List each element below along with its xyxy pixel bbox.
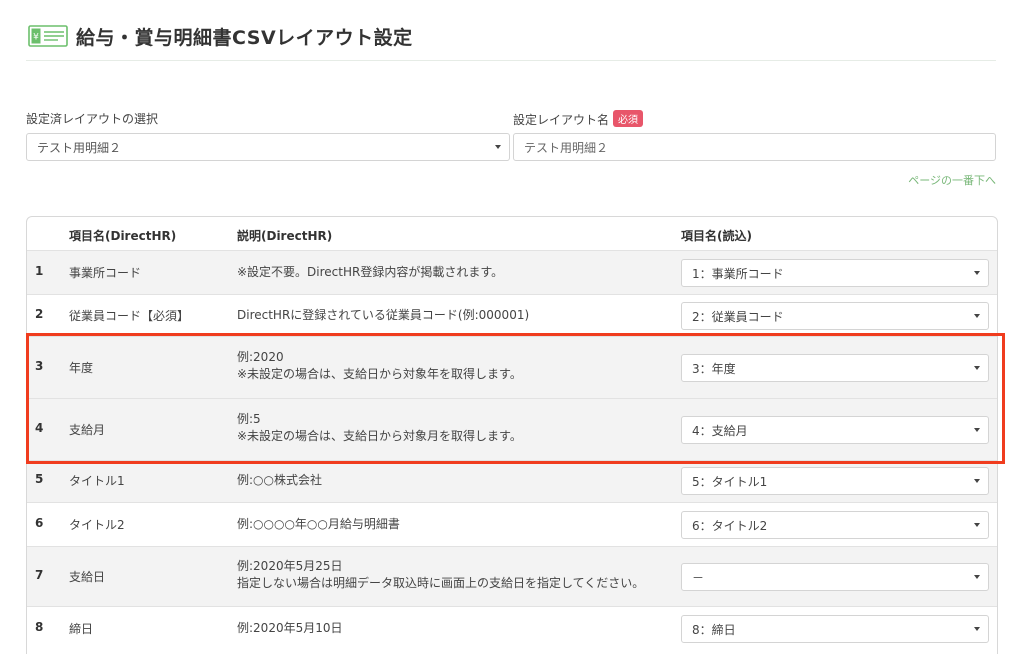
row-description-line2: ※未設定の場合は、支給日から対象月を取得します。 xyxy=(237,429,522,443)
header-read-item: 項目名(読込) xyxy=(681,229,752,243)
table-header: 項目名(DirectHR) 説明(DirectHR) 項目名(読込) xyxy=(27,217,997,250)
page-bottom-link[interactable]: ページの一番下へ xyxy=(908,172,996,188)
row-description-line2: 指定しない場合は明細データ取込時に画面上の支給日を指定してください。 xyxy=(237,576,645,590)
row-mapping-select[interactable]: － xyxy=(681,563,989,591)
row-description: ※設定不要。DirectHR登録内容が掲載されます。 xyxy=(237,265,504,279)
row-item-name: 事業所コード xyxy=(69,266,142,280)
row-number: 5 xyxy=(35,472,44,486)
chevron-down-icon xyxy=(974,428,980,432)
table-row: 5 タイトル1 例:○○株式会社 5：タイトル1 xyxy=(27,460,997,502)
required-badge: 必須 xyxy=(613,110,644,127)
table-row: 6 タイトル2 例:○○○○年○○月給与明細書 6：タイトル2 xyxy=(27,502,997,546)
row-number: 7 xyxy=(35,568,44,582)
table-row: 7 支給日 例:2020年5月25日 指定しない場合は明細データ取込時に画面上の… xyxy=(27,546,997,606)
row-mapping-value: 6：タイトル2 xyxy=(692,518,768,533)
row-number: 8 xyxy=(35,620,44,634)
row-mapping-value: 5：タイトル1 xyxy=(692,474,768,489)
layout-name-label: 設定レイアウト名 xyxy=(513,113,610,127)
row-mapping-value: － xyxy=(692,570,705,585)
chevron-down-icon xyxy=(495,145,501,149)
chevron-down-icon xyxy=(974,366,980,370)
row-number: 1 xyxy=(35,264,44,278)
row-mapping-select[interactable]: 1：事業所コード xyxy=(681,259,989,287)
row-mapping-value: 2：従業員コード xyxy=(692,309,784,324)
row-description-line1: 例:2020 xyxy=(237,350,284,364)
table-row: 4 支給月 例:5 ※未設定の場合は、支給日から対象月を取得します。 4：支給月 xyxy=(27,398,997,460)
row-mapping-select[interactable]: 5：タイトル1 xyxy=(681,467,989,495)
row-mapping-value: 3：年度 xyxy=(692,361,736,376)
row-mapping-value: 8：締日 xyxy=(692,622,736,637)
row-description: 例:2020 ※未設定の場合は、支給日から対象年を取得します。 xyxy=(237,349,522,383)
row-item-name: 従業員コード【必須】 xyxy=(69,309,190,323)
row-mapping-value: 1：事業所コード xyxy=(692,266,784,281)
row-description: 例:2020年5月10日 xyxy=(237,621,343,635)
chevron-down-icon xyxy=(974,627,980,631)
svg-text:¥: ¥ xyxy=(33,33,39,43)
row-description-line1: 例:5 xyxy=(237,412,261,426)
row-number: 4 xyxy=(35,421,44,435)
row-description: 例:○○○○年○○月給与明細書 xyxy=(237,517,400,531)
row-number: 2 xyxy=(35,307,44,321)
layout-select[interactable]: テスト用明細２ xyxy=(26,133,510,161)
table-row: 8 締日 例:2020年5月10日 8：締日 xyxy=(27,606,997,650)
row-description-line1: 例:2020年5月25日 xyxy=(237,559,343,573)
layout-name-label-wrap: 設定レイアウト名 必須 xyxy=(513,110,644,128)
row-item-name: 支給日 xyxy=(69,570,106,584)
table-row: 3 年度 例:2020 ※未設定の場合は、支給日から対象年を取得します。 3：年… xyxy=(27,336,997,398)
row-description: 例:5 ※未設定の場合は、支給日から対象月を取得します。 xyxy=(237,411,522,445)
page-header: ¥ 給与・賞与明細書CSVレイアウト設定 xyxy=(28,14,413,58)
row-mapping-select[interactable]: 6：タイトル2 xyxy=(681,511,989,539)
chevron-down-icon xyxy=(974,479,980,483)
table-row: 1 事業所コード ※設定不要。DirectHR登録内容が掲載されます。 1：事業… xyxy=(27,250,997,294)
row-description-line2: ※未設定の場合は、支給日から対象年を取得します。 xyxy=(237,367,522,381)
row-item-name: 支給月 xyxy=(69,423,106,437)
row-mapping-select[interactable]: 3：年度 xyxy=(681,354,989,382)
table-row: 2 従業員コード【必須】 DirectHRに登録されている従業員コード(例:00… xyxy=(27,294,997,336)
layout-select-value: テスト用明細２ xyxy=(37,140,122,155)
row-mapping-select[interactable]: 4：支給月 xyxy=(681,416,989,444)
row-number: 3 xyxy=(35,359,44,373)
row-item-name: 年度 xyxy=(69,361,94,375)
layout-name-input[interactable]: テスト用明細２ xyxy=(513,133,996,161)
chevron-down-icon xyxy=(974,523,980,527)
row-description: 例:○○株式会社 xyxy=(237,473,322,487)
row-number: 6 xyxy=(35,516,44,530)
row-mapping-select[interactable]: 8：締日 xyxy=(681,615,989,643)
row-item-name: タイトル2 xyxy=(69,518,125,532)
header-divider xyxy=(26,60,996,61)
row-mapping-select[interactable]: 2：従業員コード xyxy=(681,302,989,330)
mapping-table: 項目名(DirectHR) 説明(DirectHR) 項目名(読込) 1 事業所… xyxy=(26,216,998,654)
row-item-name: 締日 xyxy=(69,622,94,636)
row-description: DirectHRに登録されている従業員コード(例:000001) xyxy=(237,308,530,322)
row-item-name: タイトル1 xyxy=(69,474,125,488)
chevron-down-icon xyxy=(974,314,980,318)
chevron-down-icon xyxy=(974,575,980,579)
page-title: 給与・賞与明細書CSVレイアウト設定 xyxy=(76,26,413,49)
payslip-icon: ¥ xyxy=(28,25,68,47)
layout-select-label: 設定済レイアウトの選択 xyxy=(26,112,159,126)
row-mapping-value: 4：支給月 xyxy=(692,423,748,438)
layout-name-value: テスト用明細２ xyxy=(524,140,609,155)
header-description: 説明(DirectHR) xyxy=(237,229,333,243)
header-item-name: 項目名(DirectHR) xyxy=(69,229,177,243)
chevron-down-icon xyxy=(974,271,980,275)
row-description: 例:2020年5月25日 指定しない場合は明細データ取込時に画面上の支給日を指定… xyxy=(237,558,644,592)
